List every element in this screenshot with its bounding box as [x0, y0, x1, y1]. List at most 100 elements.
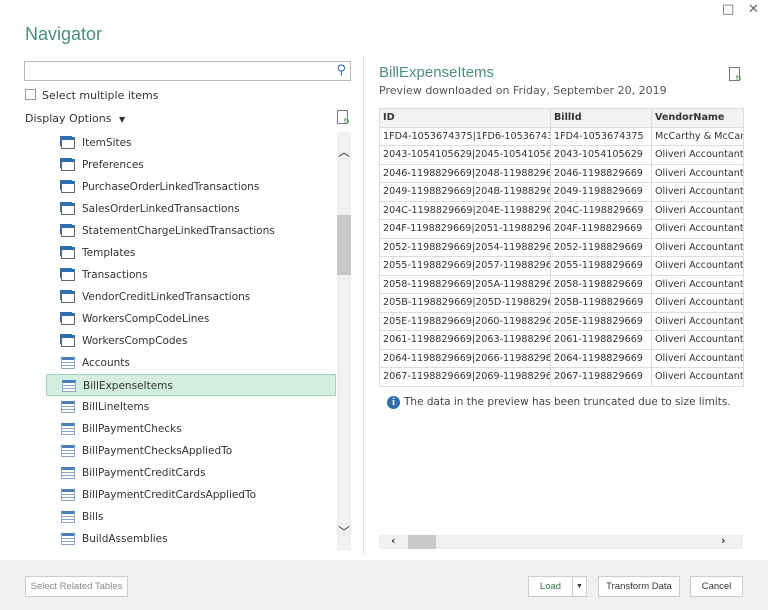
- display-options-button[interactable]: Display Options ▼: [25, 112, 125, 125]
- table-icon: [62, 380, 76, 392]
- table-cell: 205E-1198829669|2060-1198829669: [379, 311, 551, 331]
- tree-item-label: Accounts: [82, 357, 130, 369]
- table-cell: 204C-1198829669: [550, 200, 652, 220]
- info-text: The data in the preview has been truncat…: [404, 396, 731, 408]
- table-cell: 2055-1198829669|2057-1198829669: [379, 256, 551, 276]
- table-row: 204C-1198829669|204E-1198829669 204C-1198…: [379, 200, 744, 220]
- table-cell: Oliveri Accountants: [651, 256, 744, 276]
- info-icon: i: [387, 396, 400, 409]
- search-icon[interactable]: ⚲: [336, 63, 346, 78]
- tree-item-label: Preferences: [82, 159, 144, 171]
- tree-item-label: Bills: [82, 511, 104, 523]
- tree-item-label: BillPaymentChecksAppliedTo: [82, 445, 233, 457]
- scroll-left-icon[interactable]: ‹: [391, 534, 396, 547]
- preview-hscrollbar-thumb[interactable]: [408, 535, 436, 549]
- load-dropdown-button[interactable]: ▼: [572, 576, 587, 597]
- tree-item[interactable]: BillExpenseItems: [46, 374, 336, 396]
- tree-item[interactable]: WorkersCompCodeLines: [46, 308, 336, 330]
- scroll-up-icon[interactable]: ︿: [338, 143, 350, 160]
- table-cell: 2061-1198829669: [550, 330, 652, 350]
- table-row: 2067-1198829669|2069-1198829669 2067-1198…: [379, 367, 744, 387]
- table-cell: 2043-1054105629|2045-1054105629: [379, 145, 551, 165]
- tree-item[interactable]: WorkersCompCodes: [46, 330, 336, 352]
- tree-item[interactable]: Accounts: [46, 352, 336, 374]
- table-icon: [61, 423, 75, 435]
- table-cell: 2049-1198829669: [550, 182, 652, 202]
- tree-item[interactable]: BillLineItems: [46, 396, 336, 418]
- column-header[interactable]: ID: [379, 108, 551, 128]
- caret-down-icon: ▼: [576, 583, 583, 590]
- table-row: 2055-1198829669|2057-1198829669 2055-1198…: [379, 256, 744, 276]
- preview-table: ID BillId VendorName 1FD4-1053674375|1FD6-…: [379, 108, 744, 387]
- tree-item[interactable]: Transactions: [46, 264, 336, 286]
- tree-item[interactable]: BuildAssemblies: [46, 528, 336, 550]
- view-icon: [61, 137, 75, 149]
- pane-divider[interactable]: [363, 55, 364, 555]
- tree-item[interactable]: BillPaymentChecks: [46, 418, 336, 440]
- view-icon: [61, 335, 75, 347]
- table-cell: Oliveri Accountants: [651, 145, 744, 165]
- column-header[interactable]: VendorName: [651, 108, 744, 128]
- load-button[interactable]: Load: [528, 576, 573, 597]
- tree-item-label: BillPaymentChecks: [82, 423, 182, 435]
- tree-item-label: BillLineItems: [82, 401, 150, 413]
- tree-scrollbar[interactable]: [337, 132, 351, 550]
- tree-item-label: SalesOrderLinkedTransactions: [82, 203, 240, 215]
- table-icon: [61, 357, 75, 369]
- transform-data-button[interactable]: Transform Data: [598, 576, 680, 597]
- table-cell: 2046-1198829669: [550, 163, 652, 183]
- tree-scrollbar-thumb[interactable]: [337, 215, 351, 275]
- navigator-tree: ItemSites Preferences PurchaseOrderLinkedT…: [46, 132, 351, 550]
- tree-item[interactable]: Bills: [46, 506, 336, 528]
- scroll-right-icon[interactable]: ›: [721, 534, 726, 547]
- tree-item[interactable]: Templates: [46, 242, 336, 264]
- scroll-down-icon[interactable]: ﹀: [338, 523, 350, 540]
- cancel-button[interactable]: Cancel: [690, 576, 743, 597]
- table-cell: 1FD4-1053674375: [550, 126, 652, 146]
- table-cell: 2043-1054105629: [550, 145, 652, 165]
- table-cell: 205B-1198829669: [550, 293, 652, 313]
- table-row: 204F-1198829669|2051-1198829669 204F-1198…: [379, 219, 744, 239]
- table-cell: 2052-1198829669|2054-1198829669: [379, 237, 551, 257]
- tree-item[interactable]: PurchaseOrderLinkedTransactions: [46, 176, 336, 198]
- table-cell: Oliveri Accountants: [651, 311, 744, 331]
- table-cell: McCarthy & McCarthy: [651, 126, 744, 146]
- select-related-tables-button[interactable]: Select Related Tables: [25, 576, 128, 597]
- table-icon: [61, 401, 75, 413]
- table-cell: 205E-1198829669: [550, 311, 652, 331]
- column-header[interactable]: BillId: [550, 108, 652, 128]
- tree-item[interactable]: BillPaymentChecksAppliedTo: [46, 440, 336, 462]
- table-cell: Oliveri Accountants: [651, 348, 744, 368]
- preview-refresh-icon[interactable]: ↻: [729, 67, 742, 83]
- view-icon: [61, 159, 75, 171]
- refresh-icon[interactable]: ↻: [337, 110, 350, 126]
- table-cell: 2058-1198829669: [550, 274, 652, 294]
- tree-item[interactable]: VendorCreditLinkedTransactions: [46, 286, 336, 308]
- maximize-icon[interactable]: □: [722, 2, 734, 17]
- search-input[interactable]: ⚲: [24, 61, 351, 81]
- tree-item[interactable]: BillPaymentCreditCardsAppliedTo: [46, 484, 336, 506]
- tree-item-label: BuildAssemblies: [82, 533, 168, 545]
- tree-item[interactable]: SalesOrderLinkedTransactions: [46, 198, 336, 220]
- tree-item[interactable]: ItemSites: [46, 132, 336, 154]
- view-icon: [61, 269, 75, 281]
- table-row: 1FD4-1053674375|1FD6-1053674375 1FD4-1053…: [379, 126, 744, 146]
- tree-item[interactable]: Preferences: [46, 154, 336, 176]
- tree-item-label: BillPaymentCreditCardsAppliedTo: [82, 489, 257, 501]
- table-cell: 2052-1198829669: [550, 237, 652, 257]
- table-icon: [61, 467, 75, 479]
- select-multiple-checkbox[interactable]: [25, 89, 36, 100]
- tree-item-label: WorkersCompCodes: [82, 335, 188, 347]
- tree-item-label: BillPaymentCreditCards: [82, 467, 206, 479]
- tree-item[interactable]: BillPaymentCreditCards: [46, 462, 336, 484]
- table-row: 2061-1198829669|2063-1198829669 2061-1198…: [379, 330, 744, 350]
- tree-item[interactable]: StatementChargeLinkedTransactions: [46, 220, 336, 242]
- tree-item-label: StatementChargeLinkedTransactions: [82, 225, 275, 237]
- table-cell: Oliveri Accountants: [651, 274, 744, 294]
- display-options-label: Display Options: [25, 112, 112, 125]
- close-icon[interactable]: ✕: [748, 2, 759, 17]
- table-cell: 204C-1198829669|204E-1198829669: [379, 200, 551, 220]
- table-cell: Oliveri Accountants: [651, 219, 744, 239]
- table-cell: 2064-1198829669: [550, 348, 652, 368]
- table-cell: 2049-1198829669|204B-1198829669: [379, 182, 551, 202]
